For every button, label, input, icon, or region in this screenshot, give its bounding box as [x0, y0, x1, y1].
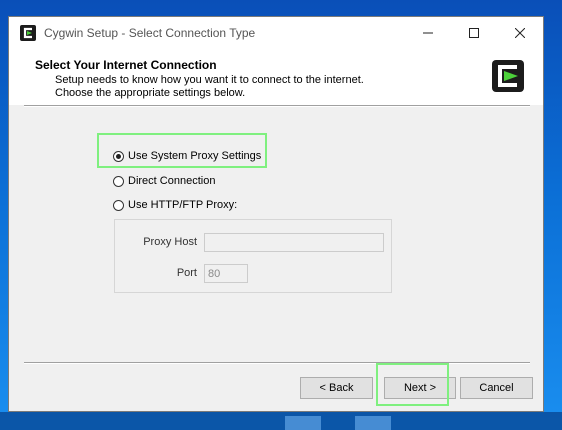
title-bar[interactable]: Cygwin Setup - Select Connection Type [9, 17, 543, 48]
cygwin-icon [20, 25, 36, 41]
radio-http-ftp-proxy[interactable]: Use HTTP/FTP Proxy: [113, 196, 237, 214]
page-title: Select Your Internet Connection [35, 58, 217, 72]
taskbar-tile[interactable] [285, 416, 321, 430]
window-title: Cygwin Setup - Select Connection Type [44, 26, 256, 40]
maximize-icon [469, 27, 479, 38]
close-button[interactable] [497, 17, 543, 48]
wizard-header: Select Your Internet Connection Setup ne… [9, 48, 543, 105]
radio-label: Use HTTP/FTP Proxy: [128, 199, 238, 211]
back-button[interactable]: < Back [300, 377, 373, 399]
setup-window: Cygwin Setup - Select Connection Type Se… [8, 16, 544, 412]
port-label: Port [176, 267, 197, 279]
minimize-button[interactable] [405, 17, 451, 48]
cygwin-logo [492, 60, 524, 92]
footer-divider [24, 362, 530, 364]
page-subtitle: Setup needs to know how you want it to c… [55, 74, 364, 99]
minimize-icon [423, 32, 433, 33]
proxy-host-label: Proxy Host [143, 236, 197, 248]
radio-label: Use System Proxy Settings [128, 150, 262, 162]
radio-system-proxy[interactable]: Use System Proxy Settings [113, 147, 261, 165]
radio-button[interactable] [113, 150, 124, 162]
maximize-button[interactable] [451, 17, 497, 48]
radio-direct-connection[interactable]: Direct Connection [113, 172, 215, 190]
proxy-host-input[interactable] [204, 233, 384, 252]
desktop-taskbar [0, 412, 562, 430]
radio-button[interactable] [113, 175, 124, 187]
taskbar-tile[interactable] [355, 416, 391, 430]
close-icon [515, 27, 525, 38]
header-divider [24, 105, 530, 107]
port-input[interactable] [204, 264, 248, 283]
radio-button[interactable] [113, 199, 124, 211]
proxy-settings-group: Proxy Host Port [114, 219, 392, 293]
next-button[interactable]: Next > [384, 377, 456, 399]
cancel-button[interactable]: Cancel [460, 377, 533, 399]
radio-label: Direct Connection [128, 175, 216, 187]
